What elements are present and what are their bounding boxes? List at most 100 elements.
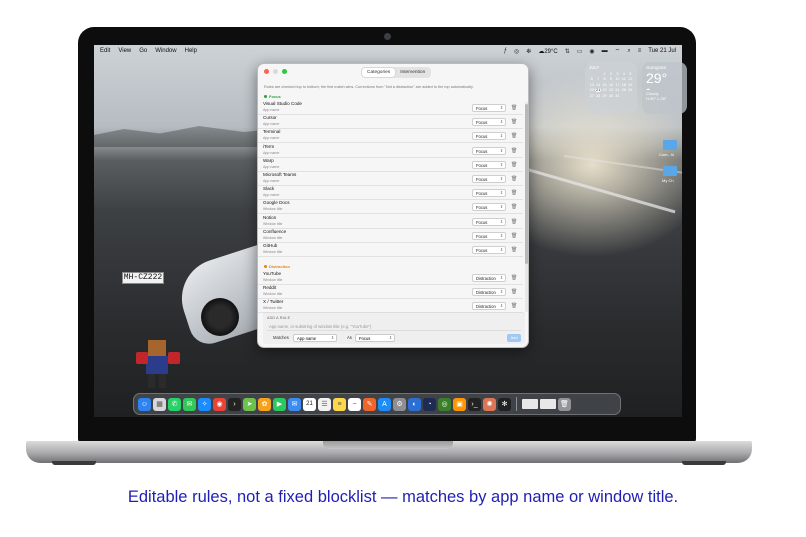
settings-icon[interactable]: ⚙ xyxy=(393,397,406,411)
trash-icon[interactable]: 🗑 xyxy=(511,148,517,154)
rule-category-select[interactable]: Focus ⇕ xyxy=(472,231,506,240)
rule-category-select[interactable]: Focus ⇕ xyxy=(472,146,506,155)
claude-icon[interactable]: ✺ xyxy=(483,397,496,411)
tab-categories[interactable]: Categories xyxy=(362,68,396,77)
safari-icon[interactable]: ✧ xyxy=(198,397,211,411)
zoom-button[interactable] xyxy=(282,69,287,74)
scrollbar-thumb[interactable] xyxy=(525,104,528,264)
trash-icon[interactable]: 🗑 xyxy=(511,119,517,125)
minimize-button[interactable] xyxy=(273,69,278,74)
trash-icon[interactable]: 🗑 xyxy=(511,289,517,295)
calendar-grid: 1 2 3 4 5 6 7 8 9 10 11 12 13 14 15 16 17 18 19 20 21 22 23 24 2… xyxy=(589,72,633,98)
status-icon[interactable]: ▭ xyxy=(577,48,583,55)
control-center-icon[interactable]: ≡ xyxy=(638,48,642,54)
menu-go[interactable]: Go xyxy=(139,48,147,54)
rule-category-select[interactable]: Focus ⇕ xyxy=(472,118,506,127)
folder-icon[interactable] xyxy=(663,166,677,176)
as-label: As xyxy=(347,335,352,340)
rule-category-select[interactable]: Focus ⇕ xyxy=(472,203,506,212)
search-icon[interactable]: ⌕ xyxy=(627,48,630,55)
freeform-icon[interactable]: ~ xyxy=(348,397,361,411)
menu-help[interactable]: Help xyxy=(185,48,197,54)
trash-icon[interactable]: 🗑 xyxy=(511,219,517,225)
trash-icon[interactable]: 🗑 xyxy=(511,247,517,253)
menu-view[interactable]: View xyxy=(118,48,131,54)
rule-category-select[interactable]: Focus ⇕ xyxy=(472,104,506,112)
title-bar[interactable]: Categories Intervention xyxy=(258,64,528,80)
rule-category-select[interactable]: Focus ⇕ xyxy=(472,160,506,169)
trash-icon[interactable]: 🗑 xyxy=(511,303,517,309)
weather-status[interactable]: ☁29°C xyxy=(538,48,557,55)
app-store-icon[interactable]: A xyxy=(378,397,391,411)
matches-select[interactable]: App name ⇕ xyxy=(293,334,337,342)
rule-category-select[interactable]: Focus ⇕ xyxy=(472,217,506,226)
desktop-folder-label[interactable]: My Ch xyxy=(662,178,674,183)
trash-icon[interactable]: 🗑 xyxy=(558,397,571,411)
messages-icon[interactable]: ✉ xyxy=(183,397,196,411)
books-icon[interactable]: ▣ xyxy=(453,397,466,411)
whatsapp-icon[interactable]: ✆ xyxy=(168,397,181,411)
rule-category-select[interactable]: Distraction ⇕ xyxy=(472,288,506,297)
status-icon[interactable]: ⇅ xyxy=(565,48,570,55)
add-rule-button[interactable]: Add xyxy=(507,334,521,342)
dock-window-thumbnail[interactable] xyxy=(540,399,556,409)
tab-intervention[interactable]: Intervention xyxy=(395,68,430,77)
calendar-day: 12 xyxy=(628,77,633,82)
rule-category-select[interactable]: Focus ⇕ xyxy=(472,246,506,254)
rule-kind: App name xyxy=(263,179,280,183)
as-select[interactable]: Focus ⇕ xyxy=(355,334,395,342)
rule-category-select[interactable]: Distraction ⇕ xyxy=(472,302,506,311)
trash-icon[interactable]: 🗑 xyxy=(511,233,517,239)
add-rule-label: ADD A RULE xyxy=(267,316,291,320)
maps-icon[interactable]: ➤ xyxy=(243,397,256,411)
photos-icon[interactable]: ✿ xyxy=(258,397,271,411)
mail-icon[interactable]: ✉ xyxy=(288,397,301,411)
preview-icon[interactable]: ◐ xyxy=(408,397,421,411)
notes-icon[interactable]: ≡ xyxy=(333,397,346,411)
trash-icon[interactable]: 🗑 xyxy=(511,176,517,182)
desktop-folder-label[interactable]: Com...hi xyxy=(659,152,674,157)
pages-icon[interactable]: ✎ xyxy=(363,397,376,411)
wifi-icon[interactable]: ⌔ xyxy=(615,47,621,55)
facetime-icon[interactable]: ▶ xyxy=(273,397,286,411)
rules-scrollbar[interactable] xyxy=(525,102,528,312)
calendar-day: 28 xyxy=(596,93,601,98)
chrome-icon[interactable]: ◉ xyxy=(213,397,226,411)
console-icon[interactable]: ›_ xyxy=(468,397,481,411)
trash-icon[interactable]: 🗑 xyxy=(511,105,517,111)
battery-icon[interactable]: ▬ xyxy=(602,48,608,54)
focus-section-header: Focus xyxy=(264,94,281,99)
rule-category-select[interactable]: Distraction ⇕ xyxy=(472,274,506,282)
chatgpt-icon[interactable]: ✻ xyxy=(498,397,511,411)
status-icon[interactable]: ◎ xyxy=(514,48,519,55)
terminal-icon[interactable]: › xyxy=(228,397,241,411)
folder-icon[interactable] xyxy=(663,140,677,150)
trash-icon[interactable]: 🗑 xyxy=(511,204,517,210)
rule-category-select[interactable]: Focus ⇕ xyxy=(472,175,506,183)
status-icon[interactable]: ✻ xyxy=(526,48,531,55)
sonic-icon[interactable]: ◎ xyxy=(438,397,451,411)
trash-icon[interactable]: 🗑 xyxy=(511,133,517,139)
trash-icon[interactable]: 🗑 xyxy=(511,275,517,281)
menu-window[interactable]: Window xyxy=(155,48,176,54)
chevron-updown-icon: ⇕ xyxy=(499,304,503,309)
status-icon[interactable]: ƒ xyxy=(504,48,507,54)
calendar-widget[interactable]: JULY 1 2 3 4 5 6 7 8 9 10 11 12 13 14 15 16 17 18 19 20 21 22… xyxy=(585,62,637,114)
rule-category-select[interactable]: Focus ⇕ xyxy=(472,132,506,141)
rule-category-select[interactable]: Focus ⇕ xyxy=(472,189,506,198)
screen-time-icon[interactable]: ◔ xyxy=(423,397,436,411)
finder-icon[interactable]: ☺ xyxy=(138,397,151,411)
reminders-icon[interactable]: ☰ xyxy=(318,397,331,411)
dock-window-thumbnail[interactable] xyxy=(522,399,538,409)
calendar-icon[interactable]: 21 xyxy=(303,397,316,411)
status-icon[interactable]: ◉ xyxy=(589,48,594,55)
close-button[interactable] xyxy=(264,69,269,74)
trash-icon[interactable]: 🗑 xyxy=(511,162,517,168)
weather-widget[interactable]: Gurugram 29° ☁ Cloudy H:30° L:28° xyxy=(642,62,687,114)
trash-icon[interactable]: 🗑 xyxy=(511,190,517,196)
rule-kind: App name xyxy=(263,136,280,141)
rule-pattern-input[interactable]: App name, or substring of window title (… xyxy=(267,323,521,331)
menu-clock[interactable]: Tue 21 Jul xyxy=(648,48,676,54)
launchpad-icon[interactable]: ▦ xyxy=(153,397,166,411)
menu-edit[interactable]: Edit xyxy=(100,48,110,54)
